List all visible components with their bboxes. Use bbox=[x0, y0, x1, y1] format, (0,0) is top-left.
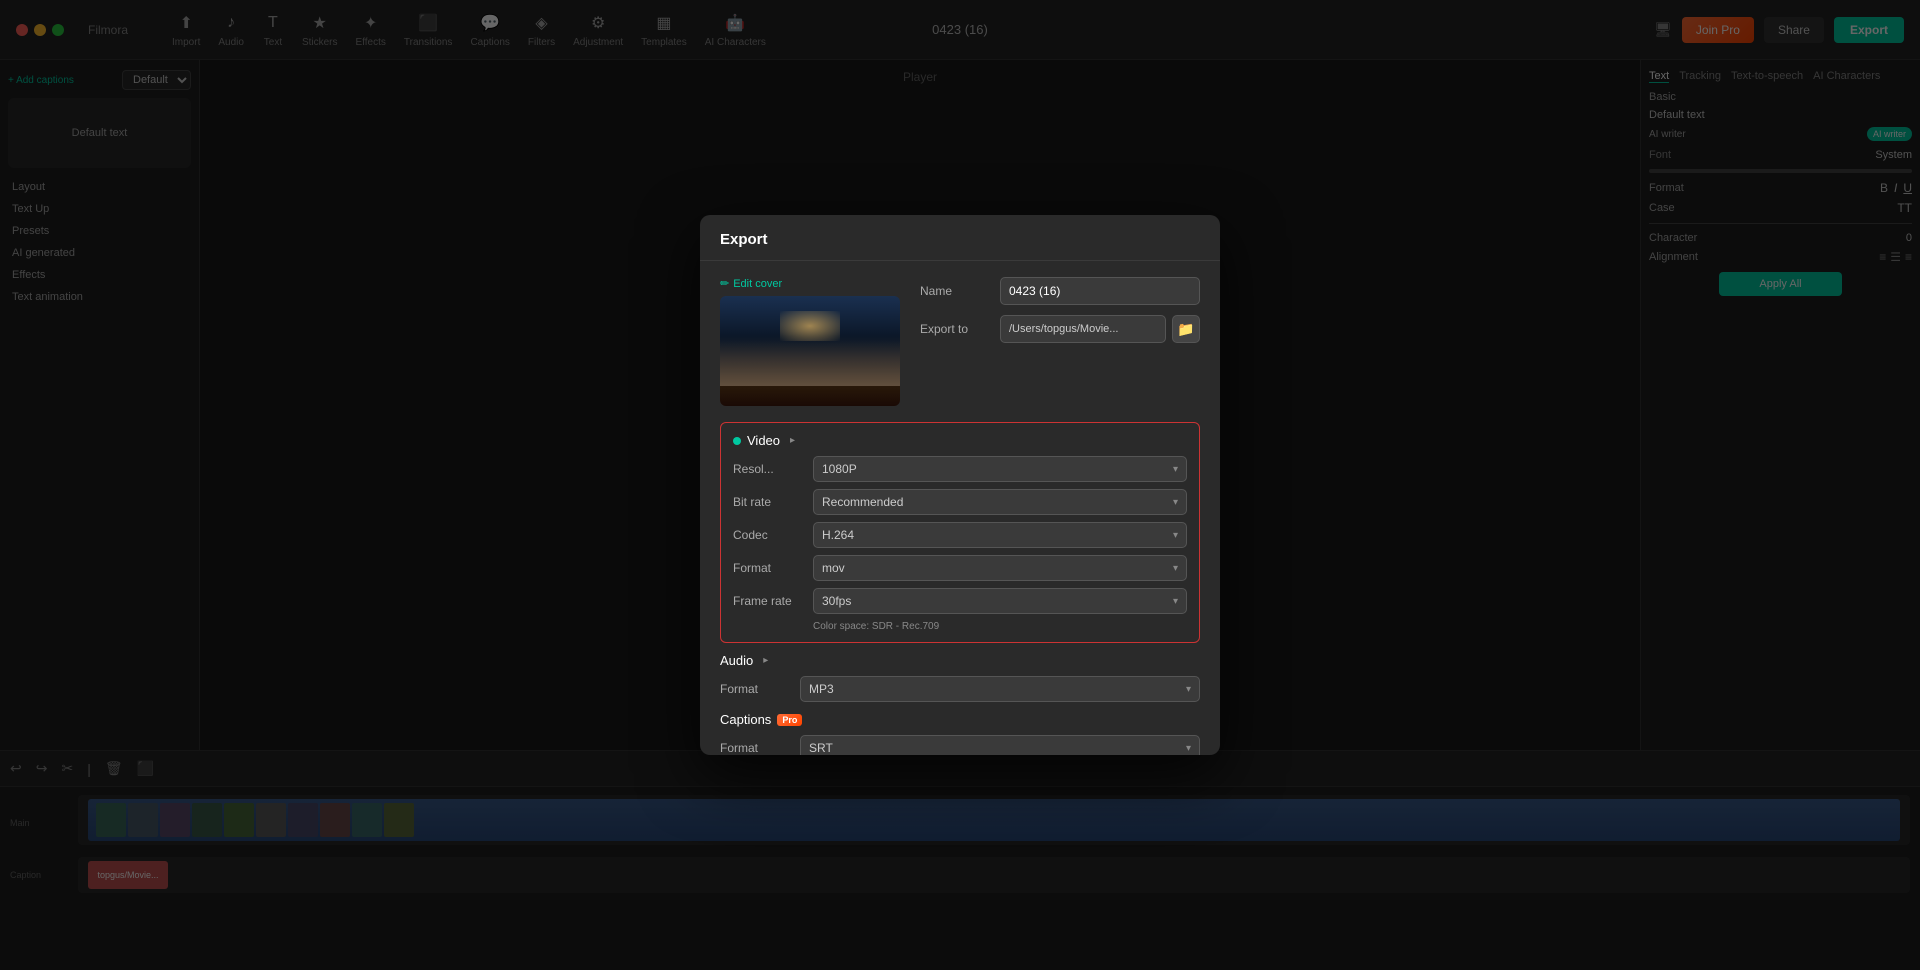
export-dialog: Export ✏ Edit cover Name bbox=[700, 215, 1220, 755]
audio-format-arrow: ▾ bbox=[1186, 684, 1191, 695]
captions-format-value: SRT bbox=[809, 741, 833, 755]
format-arrow: ▾ bbox=[1173, 563, 1178, 574]
audio-section: Audio ▸ Format MP3 ▾ bbox=[720, 653, 1200, 702]
video-section-title: Video bbox=[747, 433, 780, 448]
format-value: mov bbox=[822, 561, 845, 575]
export-to-label: Export to bbox=[920, 322, 1000, 336]
name-label: Name bbox=[920, 284, 1000, 298]
audio-title-row: Audio ▸ bbox=[720, 653, 1200, 668]
audio-format-label: Format bbox=[720, 682, 800, 696]
bit-rate-select[interactable]: Recommended ▾ bbox=[813, 489, 1187, 515]
resolution-value: 1080P bbox=[822, 462, 857, 476]
captions-format-row: Format SRT ▾ bbox=[720, 735, 1200, 755]
frame-rate-row: Frame rate 30fps ▾ bbox=[733, 588, 1187, 614]
video-dot bbox=[733, 437, 741, 445]
export-path-input[interactable] bbox=[1000, 315, 1166, 343]
bit-rate-arrow: ▾ bbox=[1173, 497, 1178, 508]
video-expand-icon[interactable]: ▸ bbox=[790, 435, 795, 446]
bit-rate-row: Bit rate Recommended ▾ bbox=[733, 489, 1187, 515]
captions-section: Captions Pro Format SRT ▾ bbox=[720, 712, 1200, 755]
captions-format-label: Format bbox=[720, 741, 800, 755]
color-space-note: Color space: SDR - Rec.709 bbox=[813, 621, 1187, 632]
captions-section-title: Captions bbox=[720, 712, 771, 727]
bit-rate-value: Recommended bbox=[822, 495, 903, 509]
name-input[interactable] bbox=[1000, 277, 1200, 305]
codec-row: Codec H.264 ▾ bbox=[733, 522, 1187, 548]
codec-label: Codec bbox=[733, 528, 813, 542]
format-label: Format bbox=[733, 561, 813, 575]
export-preview: ✏ Edit cover bbox=[720, 277, 900, 406]
audio-section-title: Audio bbox=[720, 653, 753, 668]
export-name-row: Name bbox=[920, 277, 1200, 305]
folder-icon: 📁 bbox=[1177, 321, 1194, 338]
folder-button[interactable]: 📁 bbox=[1172, 315, 1200, 343]
format-row: Format mov ▾ bbox=[733, 555, 1187, 581]
frame-rate-value: 30fps bbox=[822, 594, 851, 608]
export-settings: Name Export to 📁 bbox=[920, 277, 1200, 406]
audio-expand-icon[interactable]: ▸ bbox=[763, 655, 768, 666]
pro-badge: Pro bbox=[777, 714, 802, 726]
bit-rate-label: Bit rate bbox=[733, 495, 813, 509]
cloud-overlay bbox=[720, 336, 900, 386]
captions-format-select[interactable]: SRT ▾ bbox=[800, 735, 1200, 755]
export-scroll-body: Video ▸ Resol... 1080P ▾ Bit rate Recomm… bbox=[700, 422, 1220, 755]
resolution-select[interactable]: 1080P ▾ bbox=[813, 456, 1187, 482]
pencil-icon: ✏ bbox=[720, 277, 729, 290]
captions-title-row: Captions Pro bbox=[720, 712, 1200, 727]
audio-format-value: MP3 bbox=[809, 682, 834, 696]
codec-select[interactable]: H.264 ▾ bbox=[813, 522, 1187, 548]
edit-cover-label[interactable]: ✏ Edit cover bbox=[720, 277, 900, 290]
frame-rate-select[interactable]: 30fps ▾ bbox=[813, 588, 1187, 614]
resolution-row: Resol... 1080P ▾ bbox=[733, 456, 1187, 482]
export-dialog-body: ✏ Edit cover Name Export to bbox=[700, 261, 1220, 422]
codec-value: H.264 bbox=[822, 528, 854, 542]
export-path-row: 📁 bbox=[1000, 315, 1200, 343]
captions-format-arrow: ▾ bbox=[1186, 743, 1191, 754]
modal-overlay: Export ✏ Edit cover Name bbox=[0, 0, 1920, 970]
resolution-label: Resol... bbox=[733, 462, 813, 476]
export-thumbnail bbox=[720, 296, 900, 406]
audio-format-select[interactable]: MP3 ▾ bbox=[800, 676, 1200, 702]
format-select[interactable]: mov ▾ bbox=[813, 555, 1187, 581]
video-section-title-row: Video ▸ bbox=[733, 433, 1187, 448]
frame-rate-label: Frame rate bbox=[733, 594, 813, 608]
codec-arrow: ▾ bbox=[1173, 530, 1178, 541]
export-to-row: Export to 📁 bbox=[920, 315, 1200, 343]
resolution-arrow: ▾ bbox=[1173, 464, 1178, 475]
audio-format-row: Format MP3 ▾ bbox=[720, 676, 1200, 702]
export-dialog-header: Export bbox=[700, 215, 1220, 261]
frame-rate-arrow: ▾ bbox=[1173, 596, 1178, 607]
video-section: Video ▸ Resol... 1080P ▾ Bit rate Recomm… bbox=[720, 422, 1200, 643]
